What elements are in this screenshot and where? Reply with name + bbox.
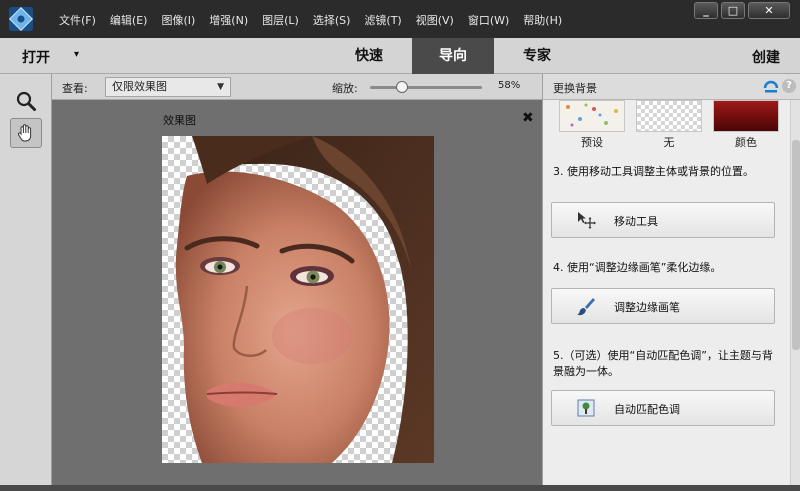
hand-tool[interactable] xyxy=(10,118,42,148)
step-5-text: 5.（可选）使用“自动匹配色调”，让主题与背景融为一体。 xyxy=(553,349,773,378)
options-bar: 查看: 仅限效果图 ▼ 缩放: 58% xyxy=(52,74,542,100)
menu-window[interactable]: 窗口(W) xyxy=(461,12,516,28)
step-3-text: 3. 使用移动工具调整主体或背景的位置。 xyxy=(553,165,754,178)
zoom-slider-thumb[interactable] xyxy=(396,81,408,93)
panel-scrollbar-thumb[interactable] xyxy=(792,140,800,350)
menu-help[interactable]: 帮助(H) xyxy=(516,12,569,28)
mode-bar: 打开 ▾ 快速 导向 专家 创建 xyxy=(0,38,800,74)
chevron-down-icon: ▼ xyxy=(217,82,224,92)
none-label: 无 xyxy=(663,136,675,149)
tab-quick[interactable]: 快速 xyxy=(330,38,408,74)
zoom-slider[interactable] xyxy=(370,81,482,93)
help-icon[interactable]: ? xyxy=(782,79,796,93)
step-4-text: 4. 使用“调整边缘画笔”柔化边缘。 xyxy=(553,261,722,274)
brush-icon xyxy=(576,296,596,316)
canvas-area: 效果图 ✖ xyxy=(52,100,542,485)
color-swatch[interactable] xyxy=(713,100,779,132)
open-button[interactable]: 打开 xyxy=(22,47,50,67)
menu-image[interactable]: 图像(I) xyxy=(154,12,202,28)
zoom-value: 58% xyxy=(498,80,521,91)
panel-header: 更换背景 ? xyxy=(543,74,800,100)
maximize-button[interactable]: □ xyxy=(721,2,745,19)
refine-edge-brush-button[interactable]: 调整边缘画笔 xyxy=(551,288,775,324)
zoom-label: 缩放: xyxy=(332,82,358,95)
menu-file[interactable]: 文件(F) xyxy=(52,12,103,28)
zoom-tool[interactable] xyxy=(10,86,42,116)
status-bar xyxy=(0,485,800,491)
image-canvas[interactable] xyxy=(162,136,434,463)
move-tool-icon xyxy=(576,210,596,230)
window-controls: _ □ ✕ xyxy=(694,2,790,19)
menu-select[interactable]: 选择(S) xyxy=(306,12,358,28)
create-button[interactable]: 创建 xyxy=(752,47,780,67)
tab-guided[interactable]: 导向 xyxy=(412,38,494,74)
auto-match-tone-label: 自动匹配色调 xyxy=(614,403,680,416)
panel-scrollbar[interactable] xyxy=(790,100,800,485)
tab-expert[interactable]: 专家 xyxy=(498,38,576,74)
close-window-button[interactable]: ✕ xyxy=(748,2,790,19)
hand-icon xyxy=(17,124,32,142)
document-title: 效果图 xyxy=(163,114,196,127)
preset-swatch[interactable] xyxy=(559,100,625,132)
none-swatch[interactable] xyxy=(636,100,702,132)
menu-bar: 文件(F) 编辑(E) 图像(I) 增强(N) 图层(L) 选择(S) 滤镜(T… xyxy=(0,0,800,38)
magnifier-icon xyxy=(16,91,36,111)
view-label: 查看: xyxy=(62,82,88,95)
reset-icon[interactable] xyxy=(763,79,779,98)
menu-enhance[interactable]: 增强(N) xyxy=(202,12,255,28)
preset-label: 预设 xyxy=(581,136,603,149)
view-select[interactable]: 仅限效果图 ▼ xyxy=(105,77,231,97)
guided-panel: 更换背景 ? 预设 无 颜色 3. 使用移动工具调整主体或背景的位置。 移动工具… xyxy=(542,74,800,485)
menu-view[interactable]: 视图(V) xyxy=(409,12,461,28)
close-document-icon[interactable]: ✖ xyxy=(522,110,534,126)
move-tool-label: 移动工具 xyxy=(614,215,658,228)
menu-edit[interactable]: 编辑(E) xyxy=(103,12,155,28)
panel-title: 更换背景 xyxy=(553,82,597,95)
view-select-value: 仅限效果图 xyxy=(112,80,167,93)
move-tool-button[interactable]: 移动工具 xyxy=(551,202,775,238)
background-options xyxy=(559,100,779,134)
open-dropdown-icon[interactable]: ▾ xyxy=(74,49,79,60)
menu-filter[interactable]: 滤镜(T) xyxy=(357,12,408,28)
menu-layer[interactable]: 图层(L) xyxy=(255,12,306,28)
app-logo-icon[interactable] xyxy=(8,6,34,32)
match-tone-icon xyxy=(576,398,596,418)
minimize-button[interactable]: _ xyxy=(694,2,718,19)
color-label: 颜色 xyxy=(735,136,757,149)
main-menu: 文件(F) 编辑(E) 图像(I) 增强(N) 图层(L) 选择(S) 滤镜(T… xyxy=(52,12,569,28)
tools-panel xyxy=(0,74,52,491)
refine-edge-brush-label: 调整边缘画笔 xyxy=(614,301,680,314)
auto-match-tone-button[interactable]: 自动匹配色调 xyxy=(551,390,775,426)
portrait-image xyxy=(175,136,434,463)
